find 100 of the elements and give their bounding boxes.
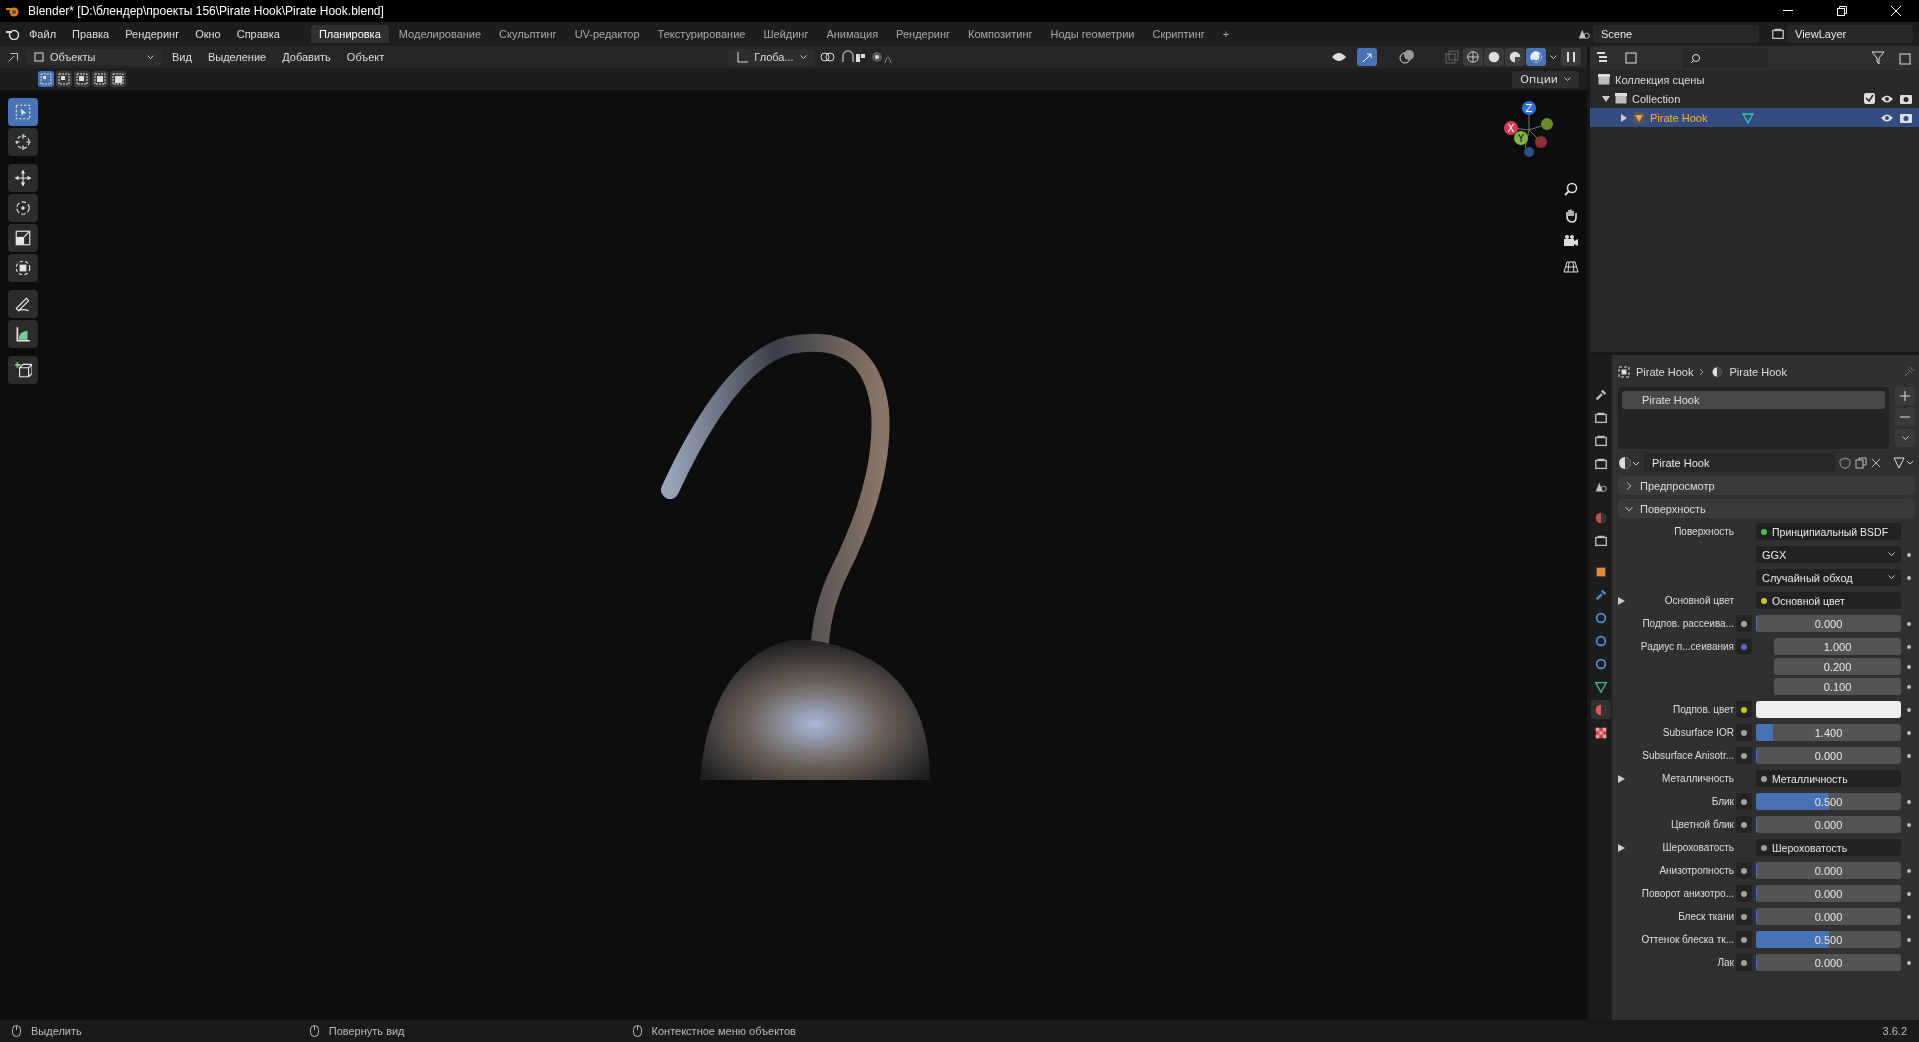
select-mode-button[interactable] bbox=[38, 71, 54, 87]
keyframe-dot[interactable] bbox=[1907, 822, 1911, 827]
number-slider[interactable]: 0.000 bbox=[1756, 615, 1901, 632]
socket-button[interactable] bbox=[1736, 908, 1752, 925]
camera-icon[interactable] bbox=[1563, 233, 1579, 249]
header-menu[interactable]: Объект bbox=[340, 49, 391, 65]
axis-gizmo[interactable]: Z X Y bbox=[1499, 98, 1559, 158]
pause-button[interactable] bbox=[1561, 48, 1581, 66]
workspace-tab[interactable]: Анимация bbox=[818, 25, 887, 43]
app-logo-icon[interactable] bbox=[6, 28, 20, 40]
header-menu[interactable]: Вид bbox=[166, 49, 198, 65]
number-slider[interactable]: 0.000 bbox=[1756, 862, 1901, 879]
new-collection-icon[interactable] bbox=[1899, 51, 1913, 65]
duplicate-icon[interactable] bbox=[1855, 456, 1867, 469]
keyframe-dot[interactable] bbox=[1907, 753, 1911, 758]
menu-item[interactable]: Рендеринг bbox=[118, 26, 187, 42]
keyframe-dot[interactable] bbox=[1907, 891, 1911, 896]
dropdown[interactable]: GGX bbox=[1756, 546, 1901, 563]
expand-arrow-icon[interactable] bbox=[1602, 94, 1610, 103]
workspace-tab[interactable]: Планировка bbox=[310, 25, 389, 43]
gizmo-toggle[interactable] bbox=[1357, 48, 1377, 66]
dropdown[interactable]: Случайный обход bbox=[1756, 569, 1901, 586]
options-dropdown[interactable]: Опции bbox=[1512, 70, 1579, 88]
socket-button[interactable] bbox=[1736, 724, 1752, 741]
eye-icon[interactable] bbox=[1880, 93, 1894, 104]
keyframe-dot[interactable] bbox=[1907, 960, 1911, 965]
socket-button[interactable] bbox=[1736, 954, 1752, 971]
view-layer-field[interactable]: ViewLayer bbox=[1787, 25, 1913, 43]
expand-arrow-icon[interactable] bbox=[1618, 774, 1625, 783]
socket-button[interactable] bbox=[1736, 885, 1752, 902]
add-slot-button[interactable] bbox=[1895, 387, 1915, 405]
socket-button[interactable] bbox=[1736, 862, 1752, 879]
scale-tool[interactable] bbox=[8, 224, 38, 252]
material-name-field[interactable]: Pirate Hook bbox=[1644, 453, 1835, 472]
panel-header[interactable]: Предпросмотр bbox=[1618, 476, 1915, 495]
workspace-tab[interactable]: Моделирование bbox=[390, 25, 490, 43]
socket-button[interactable] bbox=[1736, 816, 1752, 833]
number-slider[interactable]: 0.000 bbox=[1756, 885, 1901, 902]
menu-item[interactable]: Файл bbox=[22, 26, 64, 42]
rotate-tool[interactable] bbox=[8, 194, 38, 222]
expand-arrow-icon[interactable] bbox=[1618, 843, 1625, 852]
shading-mode-button[interactable] bbox=[1505, 48, 1525, 66]
workspace-tab[interactable]: Рендеринг bbox=[888, 25, 959, 43]
number-slider[interactable]: 1.400 bbox=[1756, 724, 1901, 741]
number-slider[interactable]: 0.000 bbox=[1756, 954, 1901, 971]
eye-icon[interactable] bbox=[1880, 112, 1894, 123]
keyframe-dot[interactable] bbox=[1907, 644, 1911, 649]
number-slider[interactable]: 0.000 bbox=[1756, 816, 1901, 833]
linked-node-field[interactable]: Шероховатость bbox=[1756, 839, 1901, 856]
pin-icon[interactable] bbox=[1903, 366, 1915, 378]
checkbox-icon[interactable] bbox=[1864, 93, 1875, 104]
socket-button[interactable] bbox=[1736, 615, 1752, 632]
workspace-tab[interactable]: UV-редактор bbox=[566, 25, 648, 43]
workspace-tab[interactable]: Скриптинг bbox=[1144, 25, 1213, 43]
grid-icon[interactable] bbox=[1563, 259, 1579, 275]
keyframe-dot[interactable] bbox=[1907, 937, 1911, 942]
move-tool[interactable] bbox=[8, 164, 38, 192]
menu-item[interactable]: Справка bbox=[229, 26, 287, 42]
select-mode-button[interactable] bbox=[74, 71, 90, 87]
select-mode-button[interactable] bbox=[56, 71, 72, 87]
outliner-row[interactable]: Collection bbox=[1590, 89, 1919, 108]
orientation-dropdown[interactable]: Глоба... bbox=[728, 49, 815, 65]
number-field[interactable]: 0.200 bbox=[1774, 658, 1901, 675]
socket-button[interactable] bbox=[1736, 701, 1752, 718]
keyframe-dot[interactable] bbox=[1907, 799, 1911, 804]
add-workspace-button[interactable]: + bbox=[1214, 25, 1238, 43]
mode-dropdown[interactable]: Объекты bbox=[26, 49, 162, 65]
shading-mode-button[interactable] bbox=[1526, 48, 1546, 66]
number-field[interactable]: 0.100 bbox=[1774, 678, 1901, 695]
workspace-tab[interactable]: Ноды геометрии bbox=[1042, 25, 1143, 43]
expand-arrow-icon[interactable] bbox=[1620, 113, 1628, 122]
linked-node-field[interactable]: Металличность bbox=[1756, 770, 1901, 787]
keyframe-dot[interactable] bbox=[1907, 621, 1911, 626]
linked-node-field[interactable]: Основной цвет bbox=[1756, 592, 1901, 609]
workspace-tab[interactable]: Композитинг bbox=[960, 25, 1041, 43]
workspace-tab[interactable]: Скульптинг bbox=[491, 25, 565, 43]
snap-icon[interactable] bbox=[840, 50, 867, 64]
keyframe-dot[interactable] bbox=[1907, 575, 1911, 580]
keyframe-dot[interactable] bbox=[1907, 730, 1911, 735]
outliner-row[interactable]: Pirate Hook bbox=[1590, 108, 1919, 127]
scene-icon[interactable] bbox=[1577, 27, 1591, 41]
number-field[interactable]: 1.000 bbox=[1774, 638, 1901, 655]
scene-field[interactable]: Scene bbox=[1593, 25, 1759, 43]
menu-item[interactable]: Правка bbox=[65, 26, 117, 42]
number-slider[interactable]: 0.000 bbox=[1756, 747, 1901, 764]
material-slot[interactable]: Pirate Hook bbox=[1622, 391, 1885, 409]
keyframe-dot[interactable] bbox=[1907, 707, 1911, 712]
keyframe-dot[interactable] bbox=[1907, 684, 1911, 689]
outliner-item[interactable]: Коллекция сцены bbox=[1615, 73, 1705, 86]
mesh-data-icon[interactable] bbox=[1742, 111, 1755, 124]
socket-button[interactable] bbox=[1736, 793, 1752, 810]
panel-header[interactable]: Поверхность bbox=[1618, 499, 1915, 518]
linked-node-field[interactable]: Принципиальный BSDF bbox=[1756, 523, 1901, 540]
shading-mode-button[interactable] bbox=[1463, 48, 1483, 66]
measure-tool[interactable] bbox=[8, 320, 38, 348]
annotate-tool[interactable] bbox=[8, 290, 38, 318]
select-mode-button[interactable] bbox=[110, 71, 126, 87]
search-field[interactable] bbox=[1682, 48, 1768, 68]
render-layer-icon[interactable] bbox=[1771, 27, 1785, 41]
header-menu[interactable]: Добавить bbox=[276, 49, 337, 65]
